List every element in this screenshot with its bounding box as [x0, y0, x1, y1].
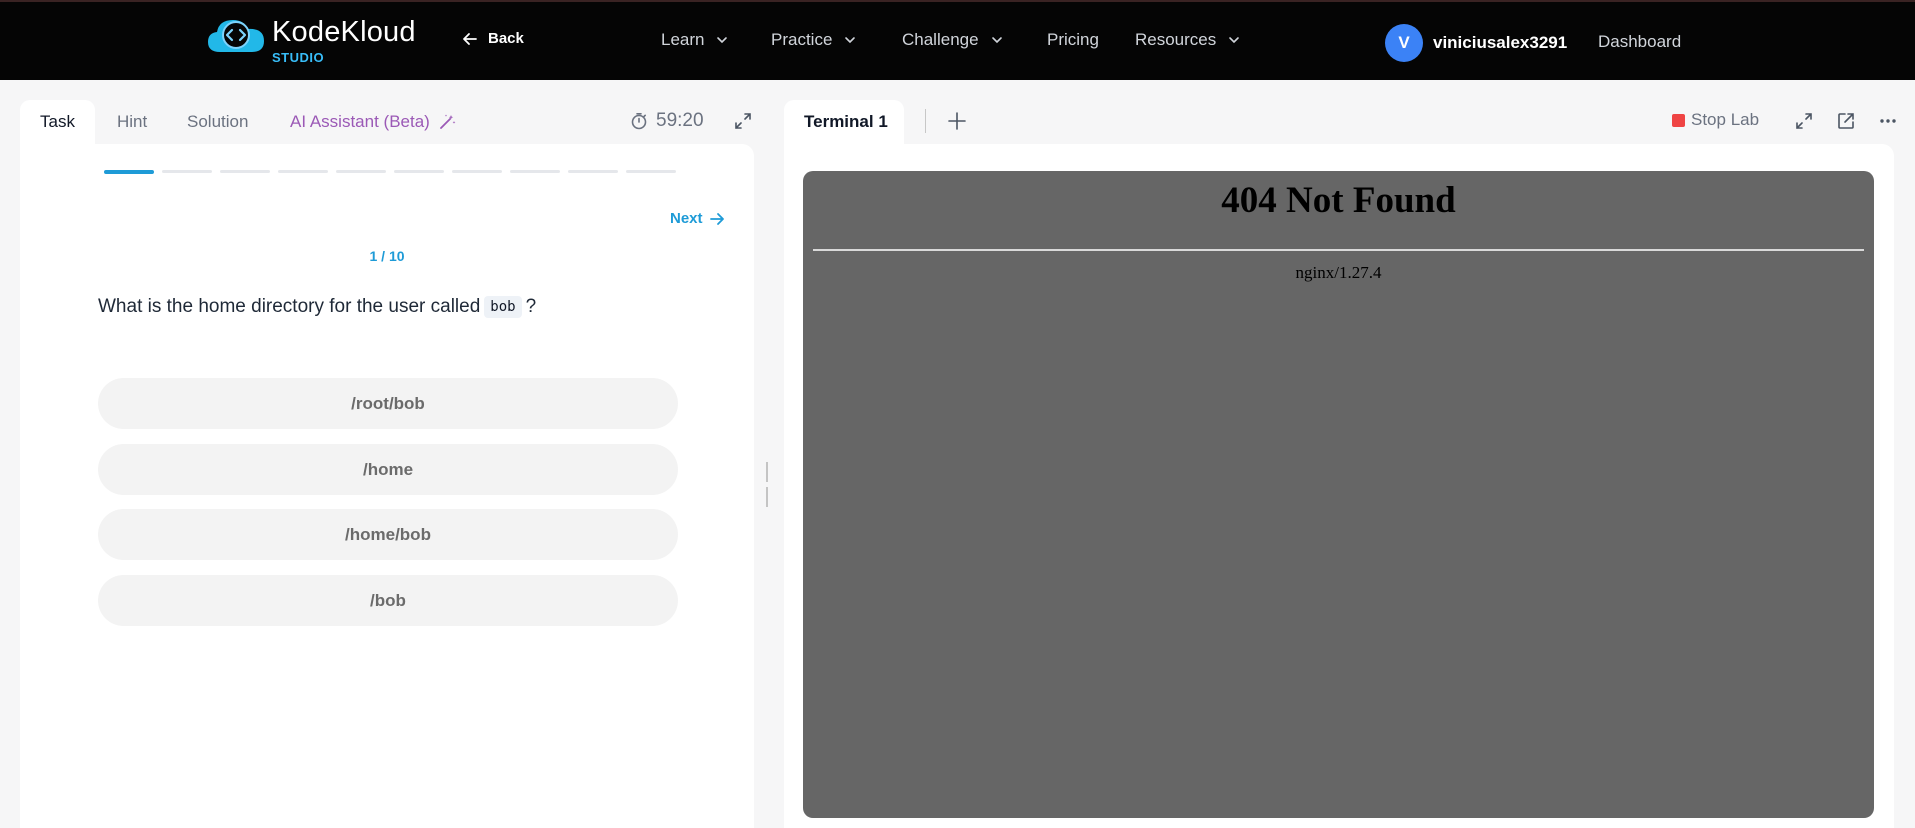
nav-pricing[interactable]: Pricing — [1047, 30, 1099, 50]
error-title: 404 Not Found — [1221, 180, 1456, 221]
answer-option[interactable]: /home/bob — [98, 509, 678, 560]
lab-timer: 59:20 — [630, 110, 704, 132]
next-button[interactable]: Next — [670, 210, 725, 227]
tab-ai-assistant-label: AI Assistant (Beta) — [290, 112, 430, 131]
nav-learn[interactable]: Learn — [661, 30, 728, 50]
arrow-right-icon — [709, 212, 724, 225]
progress-segment — [278, 170, 328, 173]
tab-terminal-1[interactable]: Terminal 1 — [784, 100, 904, 144]
progress-segment — [104, 170, 154, 174]
terminal-panel: Terminal 1 Stop Lab 404 Not Found nginx/… — [784, 100, 1915, 828]
nav-challenge-label: Challenge — [902, 30, 979, 49]
stop-square-icon — [1672, 113, 1685, 127]
question-suffix: ? — [525, 296, 537, 317]
back-label: Back — [488, 30, 524, 47]
dashboard-link[interactable]: Dashboard — [1598, 32, 1681, 52]
answer-option[interactable]: /bob — [98, 575, 678, 626]
tab-solution[interactable]: Solution — [187, 100, 248, 144]
progress-segment — [220, 170, 270, 173]
back-button[interactable]: Back — [462, 30, 524, 47]
next-label: Next — [670, 210, 703, 227]
nav-challenge[interactable]: Challenge — [902, 30, 1003, 50]
progress-segment — [394, 170, 444, 173]
panel-resize-handle[interactable] — [766, 462, 774, 507]
nav-practice[interactable]: Practice — [771, 30, 856, 50]
more-options-icon[interactable] — [1878, 111, 1898, 131]
progress-segment — [336, 170, 386, 173]
task-panel: Next 1 / 10 What is the home directory f… — [20, 144, 754, 828]
user-menu[interactable]: V viniciusalex3291 — [1385, 24, 1567, 62]
chevron-down-icon — [991, 37, 1002, 44]
terminal-view[interactable]: 404 Not Found nginx/1.27.4 — [803, 171, 1874, 818]
nav-learn-label: Learn — [661, 30, 705, 49]
stopwatch-icon — [631, 113, 647, 130]
tab-hint[interactable]: Hint — [117, 100, 147, 144]
logo[interactable]: KodeKloud STUDIO — [206, 16, 416, 66]
magic-wand-icon — [439, 114, 456, 129]
logo-subtitle: STUDIO — [272, 50, 325, 65]
progress-segment — [568, 170, 618, 173]
answer-option[interactable]: /home — [98, 444, 678, 495]
chevron-down-icon — [845, 37, 856, 44]
username: viniciusalex3291 — [1433, 33, 1568, 52]
question-code: bob — [484, 296, 522, 318]
answer-option[interactable]: /root/bob — [98, 378, 678, 429]
progress-segment — [452, 170, 502, 173]
tab-separator — [925, 109, 926, 133]
terminal-container: 404 Not Found nginx/1.27.4 — [784, 144, 1894, 828]
server-signature: nginx/1.27.4 — [1295, 263, 1382, 282]
progress-segment — [626, 170, 676, 173]
progress-segment — [162, 170, 212, 173]
cloud-logo-icon — [206, 16, 266, 54]
add-terminal-icon[interactable] — [946, 110, 968, 132]
chevron-down-icon — [717, 37, 728, 44]
arrow-left-icon — [463, 32, 477, 45]
error-divider — [813, 249, 1864, 251]
question-text: What is the home directory for the user … — [98, 296, 536, 318]
open-external-icon[interactable] — [1836, 111, 1856, 131]
nav-pricing-label: Pricing — [1047, 30, 1099, 49]
nav-practice-label: Practice — [771, 30, 833, 49]
question-counter: 1 / 10 — [369, 248, 405, 264]
question-progress — [104, 170, 684, 174]
stop-lab-button[interactable]: Stop Lab — [1672, 110, 1759, 130]
tab-ai-assistant[interactable]: AI Assistant (Beta) — [290, 100, 456, 144]
logo-name: KodeKloud — [272, 16, 416, 48]
expand-icon[interactable] — [734, 112, 752, 130]
expand-icon[interactable] — [1794, 111, 1814, 131]
question-prefix: What is the home directory for the user … — [98, 296, 481, 317]
top-nav: KodeKloud STUDIO Back Learn Practice Cha… — [0, 0, 1915, 80]
tab-task[interactable]: Task — [20, 100, 95, 144]
timer-value: 59:20 — [656, 110, 704, 131]
progress-segment — [510, 170, 560, 173]
avatar: V — [1385, 24, 1423, 62]
chevron-down-icon — [1229, 37, 1240, 44]
nav-resources[interactable]: Resources — [1135, 30, 1240, 50]
stop-lab-label: Stop Lab — [1691, 110, 1760, 129]
nav-resources-label: Resources — [1135, 30, 1217, 49]
